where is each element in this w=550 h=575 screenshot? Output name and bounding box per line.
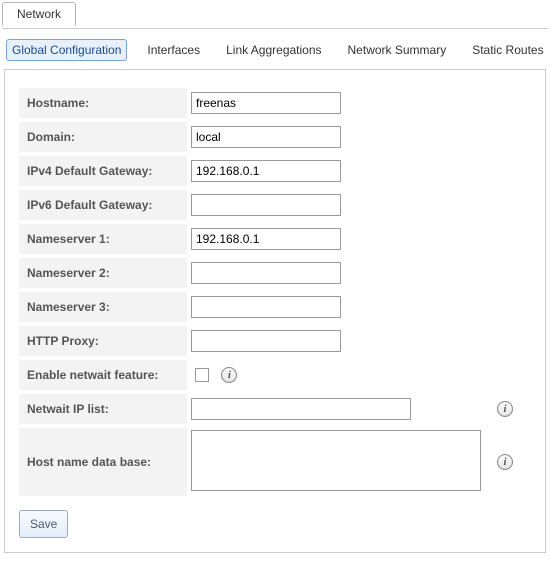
info-icon[interactable]: i [497,454,513,470]
info-icon[interactable]: i [221,367,237,383]
hostname-input[interactable] [191,92,341,114]
nameserver1-input[interactable] [191,228,341,250]
label-nameserver3: Nameserver 3: [19,292,187,322]
nameserver3-input[interactable] [191,296,341,318]
tab-global-configuration[interactable]: Global Configuration [6,39,127,61]
save-button[interactable]: Save [19,510,68,538]
tab-network-label: Network [17,7,61,21]
global-config-panel: Hostname: Domain: IPv4 Default Gateway: … [4,69,546,553]
label-domain: Domain: [19,122,187,152]
tab-network-summary[interactable]: Network Summary [342,39,453,61]
tab-network[interactable]: Network [2,2,76,26]
tab-static-routes[interactable]: Static Routes [466,39,549,61]
label-hostname: Hostname: [19,88,187,118]
nameserver2-input[interactable] [191,262,341,284]
http-proxy-input[interactable] [191,330,341,352]
label-nameserver1: Nameserver 1: [19,224,187,254]
label-ipv6-gateway: IPv6 Default Gateway: [19,190,187,220]
netwait-checkbox[interactable] [195,368,209,382]
hostdb-textarea[interactable] [191,430,481,491]
ipv6-gateway-input[interactable] [191,194,341,216]
network-window: Network Global Configuration Interfaces … [0,0,550,575]
label-hostdb: Host name data base: [19,428,187,496]
subtabs: Global Configuration Interfaces Link Agg… [2,29,548,69]
label-http-proxy: HTTP Proxy: [19,326,187,356]
domain-input[interactable] [191,126,341,148]
netwait-ip-input[interactable] [191,398,411,420]
tab-link-aggregations[interactable]: Link Aggregations [220,39,327,61]
label-ipv4-gateway: IPv4 Default Gateway: [19,156,187,186]
label-netwait: Enable netwait feature: [19,360,187,390]
ipv4-gateway-input[interactable] [191,160,341,182]
label-netwait-ip: Netwait IP list: [19,394,187,424]
info-icon[interactable]: i [497,401,513,417]
tab-interfaces[interactable]: Interfaces [141,39,206,61]
outer-panel: Global Configuration Interfaces Link Agg… [2,28,548,575]
label-nameserver2: Nameserver 2: [19,258,187,288]
